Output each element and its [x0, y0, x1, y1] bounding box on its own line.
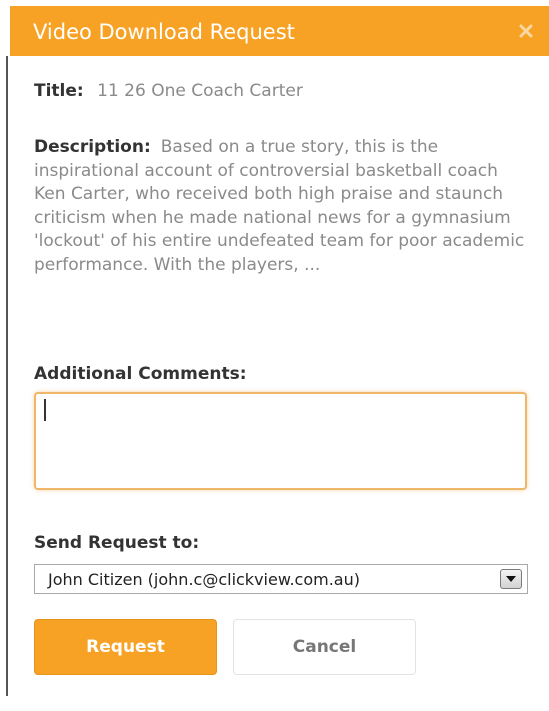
window-edge — [6, 56, 8, 696]
additional-comments-input[interactable] — [34, 392, 527, 490]
video-download-request-dialog: Video Download Request Title: 11 26 One … — [10, 6, 549, 711]
title-label: Title: — [34, 81, 84, 101]
text-cursor — [44, 399, 46, 421]
recipient-select[interactable]: John Citizen (john.c@clickview.com.au) — [34, 564, 528, 594]
chevron-down-icon[interactable] — [500, 569, 522, 589]
dialog-header: Video Download Request — [10, 6, 549, 56]
send-request-to-label: Send Request to: — [34, 533, 200, 553]
video-title-row: Title: 11 26 One Coach Carter — [34, 80, 303, 102]
additional-comments-label: Additional Comments: — [34, 364, 247, 384]
recipient-selected-value: John Citizen (john.c@clickview.com.au) — [48, 570, 360, 589]
dialog-title: Video Download Request — [33, 20, 295, 44]
cancel-button[interactable]: Cancel — [233, 619, 416, 675]
video-description: Description: Based on a true story, this … — [34, 136, 530, 277]
title-value: 11 26 One Coach Carter — [97, 81, 303, 101]
description-label: Description: — [34, 137, 151, 157]
close-icon[interactable] — [517, 22, 535, 40]
request-button[interactable]: Request — [34, 619, 217, 675]
description-value: Based on a true story, this is the inspi… — [34, 137, 525, 275]
